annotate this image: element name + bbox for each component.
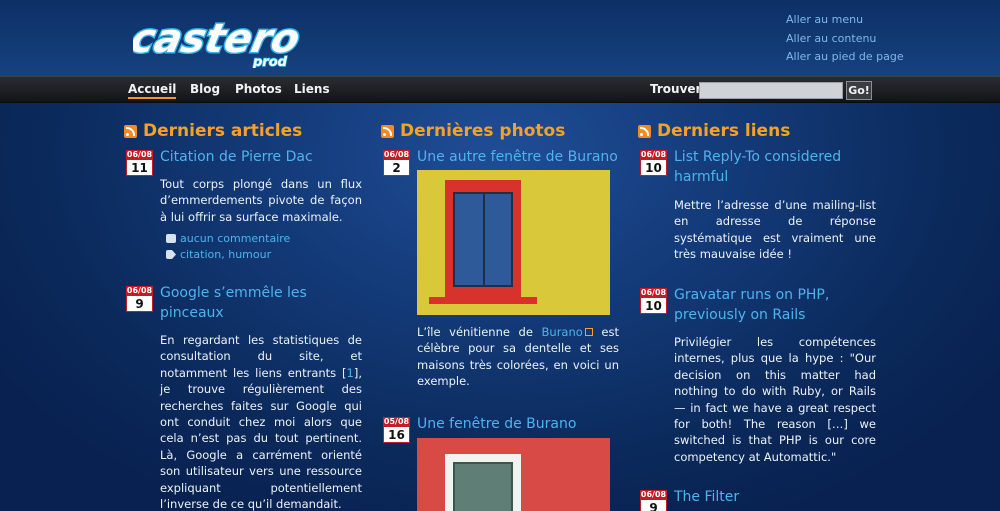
photo-thumbnail[interactable]: [417, 438, 610, 511]
rss-icon[interactable]: [381, 124, 394, 138]
nav-item-photos[interactable]: Photos: [235, 82, 282, 96]
photo-caption: L’île vénitienne de Burano est célèbre p…: [417, 325, 619, 389]
section-title: Dernières photos: [400, 121, 566, 141]
comments-link[interactable]: aucun commentaire: [166, 231, 290, 247]
skip-links: Aller au menu Aller au contenu Aller au …: [786, 11, 904, 67]
link-title[interactable]: Gravatar runs on PHP, previously on Rail…: [674, 286, 878, 325]
date-badge: 06/08 10: [640, 288, 667, 314]
nav-item-blog[interactable]: Blog: [190, 82, 220, 96]
latest-photos-section: Dernières photos 06/08 2 Une autre fenêt…: [381, 120, 621, 511]
search-button[interactable]: Go!: [846, 81, 872, 100]
article-body: Tout corps plongé dans un flux d’emmerde…: [160, 177, 362, 224]
link-title[interactable]: List Reply-To considered harmful: [674, 148, 878, 187]
comment-icon: [166, 234, 176, 243]
photo-title-link[interactable]: Une autre fenêtre de Burano: [417, 148, 621, 168]
skip-to-content-link[interactable]: Aller au contenu: [786, 30, 904, 49]
section-title: Derniers liens: [657, 121, 791, 141]
nav-item-liens[interactable]: Liens: [294, 82, 330, 96]
section-title: Derniers articles: [143, 121, 303, 141]
photo-thumbnail[interactable]: [417, 170, 610, 315]
reference-link[interactable]: 1: [347, 366, 354, 380]
site-logo[interactable]: castero prod: [133, 12, 371, 68]
article-title-link[interactable]: Citation de Pierre Dac: [160, 148, 364, 168]
site-header: castero prod Aller au menu Aller au cont…: [0, 0, 1000, 76]
latest-articles-section: Derniers articles 06/08 11 Citation de P…: [124, 120, 364, 511]
skip-to-menu-link[interactable]: Aller au menu: [786, 11, 904, 30]
date-badge: 06/08 9: [640, 490, 667, 511]
date-badge: 06/08 2: [383, 150, 410, 176]
search-input[interactable]: [699, 82, 843, 99]
link-description: Privilégier les compétences internes, pl…: [674, 335, 876, 464]
date-badge: 05/08 16: [383, 417, 410, 443]
nav-item-accueil[interactable]: Accueil: [128, 82, 177, 99]
rss-icon[interactable]: [124, 124, 137, 138]
burano-link[interactable]: Burano: [542, 325, 583, 339]
main-nav: Accueil Blog Photos Liens Trouver Go!: [0, 76, 1000, 103]
date-badge: 06/08 9: [126, 286, 153, 312]
external-link-icon: [584, 328, 593, 336]
tag-icon: [166, 250, 176, 259]
search-label: Trouver: [650, 82, 702, 96]
tag-link[interactable]: citation: [180, 248, 221, 261]
link-description: Mettre l’adresse d’une mailing-list en a…: [674, 198, 876, 262]
photo-title-link[interactable]: Une fenêtre de Burano: [417, 415, 621, 435]
article-body: En regardant les statistiques de consult…: [160, 333, 362, 511]
link-title[interactable]: The Filter: [674, 488, 878, 508]
tag-link[interactable]: humour: [228, 248, 271, 261]
date-badge: 06/08 11: [126, 150, 153, 176]
skip-to-footer-link[interactable]: Aller au pied de page: [786, 48, 904, 67]
tags: citation, humour: [166, 247, 271, 263]
svg-text:prod: prod: [252, 55, 288, 68]
rss-icon[interactable]: [638, 124, 651, 138]
latest-links-section: Derniers liens 06/08 10 List Reply-To co…: [638, 120, 878, 511]
article-title-link[interactable]: Google s’emmêle les pinceaux: [160, 284, 364, 323]
date-badge: 06/08 10: [640, 150, 667, 176]
